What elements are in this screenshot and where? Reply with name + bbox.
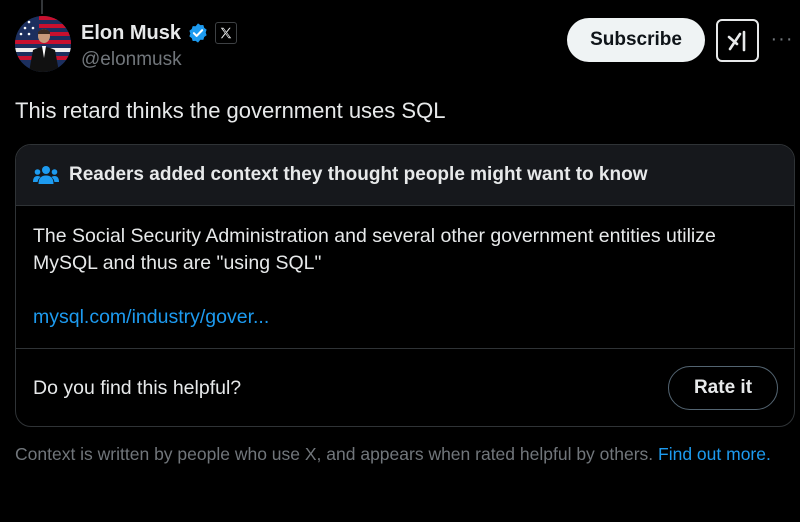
community-note-header: Readers added context they thought peopl… [16,145,794,206]
verified-badge-icon[interactable] [187,22,209,44]
community-note-title: Readers added context they thought peopl… [69,164,648,185]
grok-button[interactable] [716,19,759,62]
tweet-text: This retard thinks the government uses S… [15,98,446,123]
more-horizontal-icon[interactable]: ··· [769,26,795,52]
disclaimer-text: Context is written by people who use X, … [15,444,659,464]
grok-icon [727,30,745,51]
people-icon [33,164,59,186]
avatar-image [15,16,71,72]
community-note-card: Readers added context they thought peopl… [15,144,795,427]
community-note-text: The Social Security Administration and s… [33,225,716,274]
tweet-header: Elon Musk @elonmusk Subscribe ··· [15,14,795,74]
avatar[interactable] [15,16,71,72]
thread-connector-line [41,0,43,14]
community-note-disclaimer: Context is written by people who use X, … [15,443,785,466]
subscribe-button[interactable]: Subscribe [567,18,705,62]
rate-it-button[interactable]: Rate it [668,366,778,410]
x-logo-icon[interactable] [215,22,238,44]
author-handle[interactable]: @elonmusk [81,49,182,71]
author-display-name[interactable]: Elon Musk [81,22,181,45]
helpful-question: Do you find this helpful? [33,376,242,399]
community-note-footer: Do you find this helpful? Rate it [16,349,794,426]
community-note-body: The Social Security Administration and s… [16,206,794,349]
community-note-source-link[interactable]: mysql.com/industry/gover... [33,306,269,329]
author-name-row: Elon Musk [81,20,238,46]
find-out-more-link[interactable]: Find out more. [658,444,771,464]
